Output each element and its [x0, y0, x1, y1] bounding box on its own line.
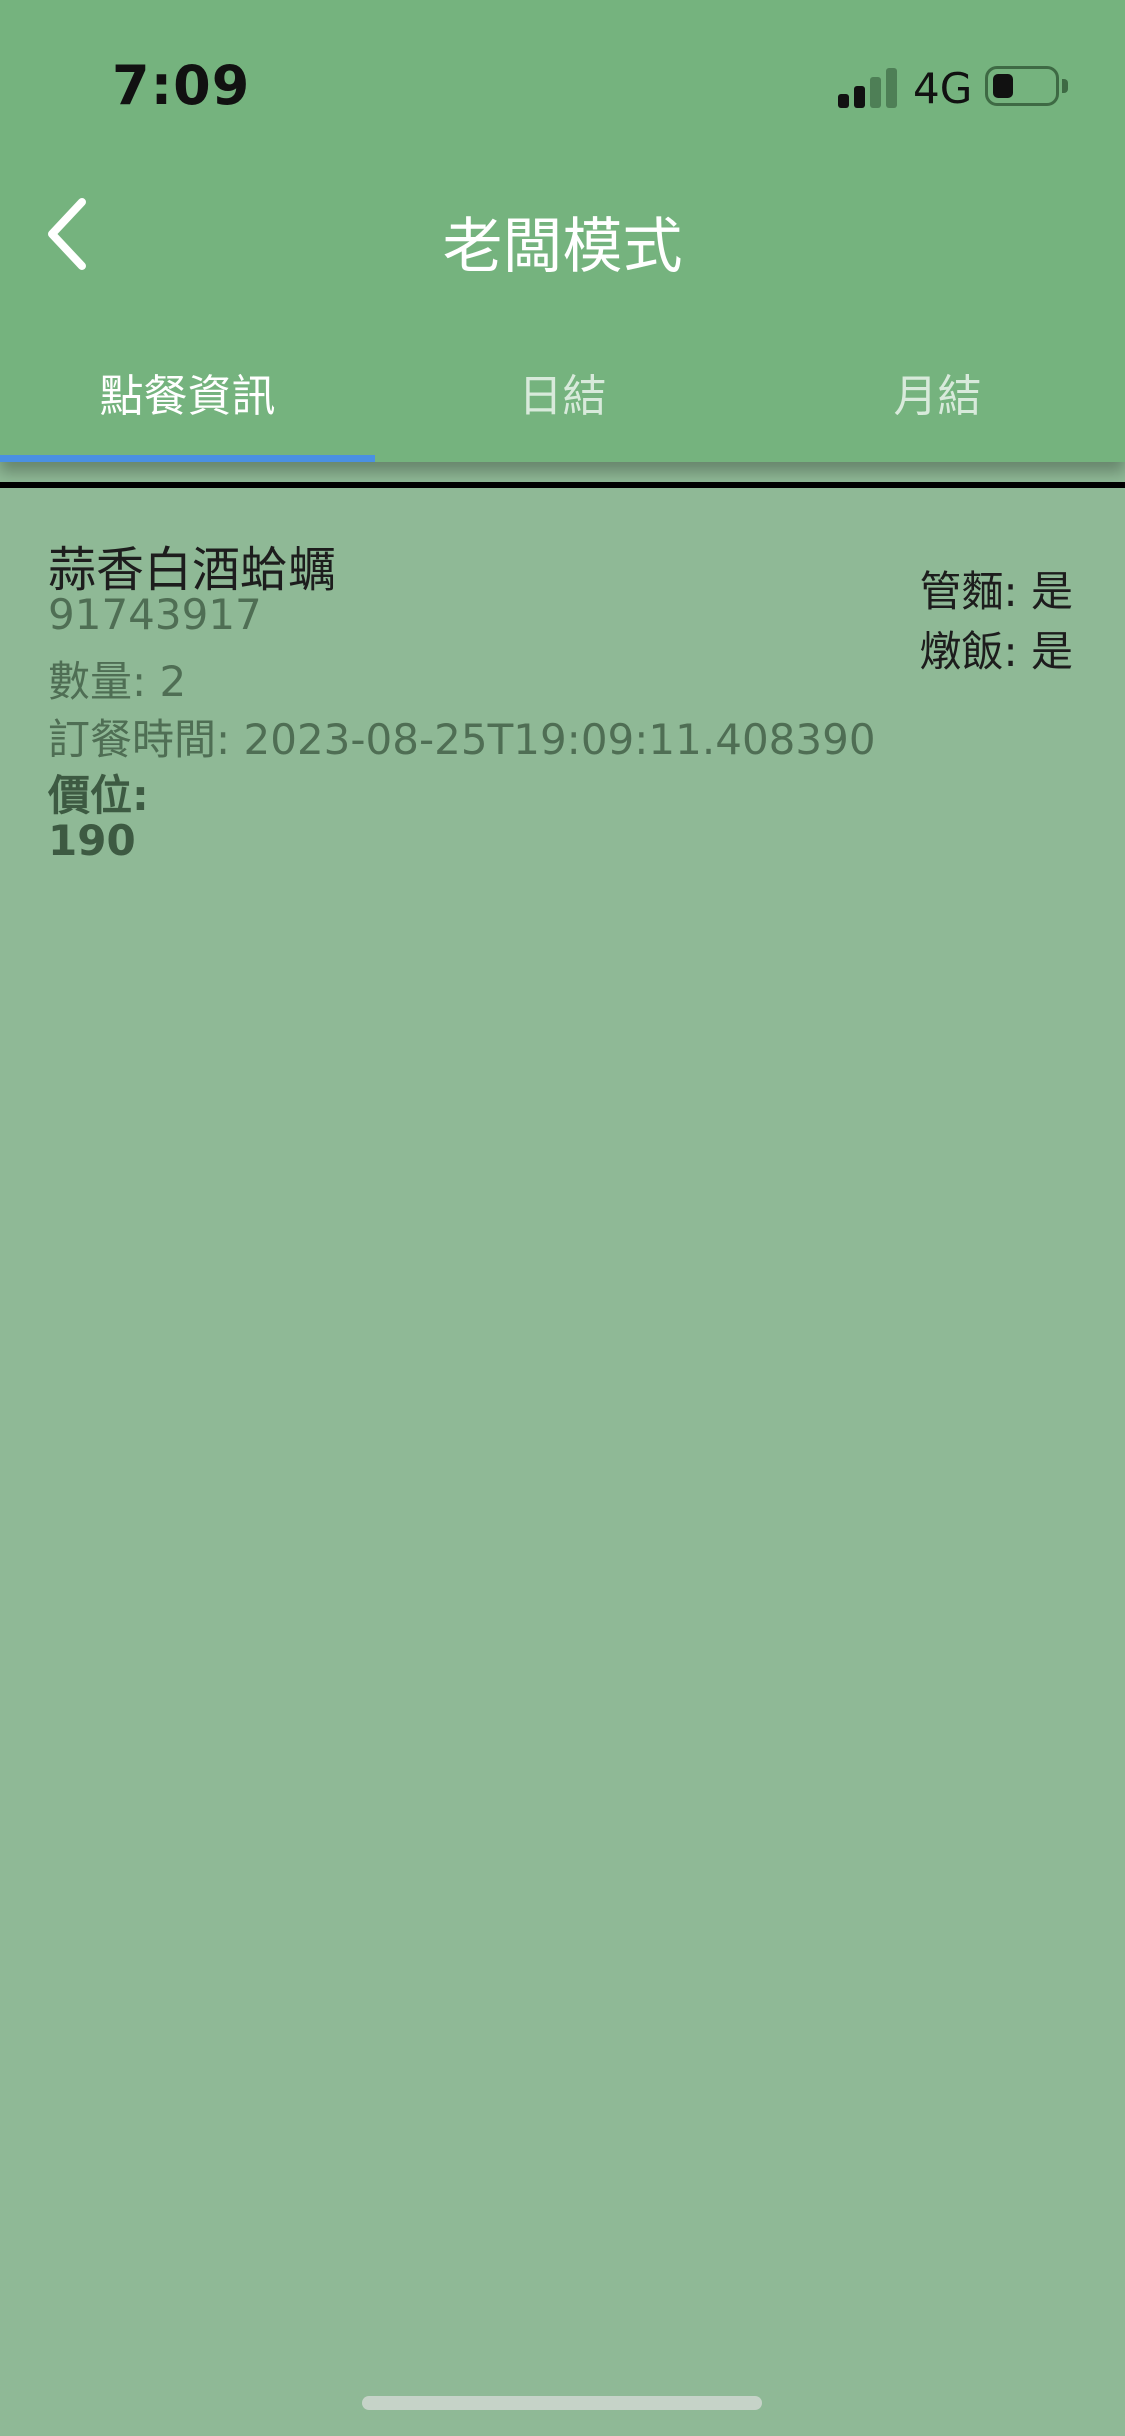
home-indicator[interactable] [362, 2396, 762, 2410]
tab-order-info-label: 點餐資訊 [99, 371, 276, 422]
order-options: 管麵: 是 燉飯: 是 [919, 562, 1073, 682]
signal-bar-1 [838, 94, 849, 108]
status-time: 7:09 [112, 54, 251, 117]
tab-monthly-settlement[interactable]: 月結 [750, 322, 1125, 462]
tab-daily-settlement[interactable]: 日結 [375, 322, 750, 462]
order-time: 訂餐時間: 2023-08-25T19:09:11.408390 [48, 715, 876, 764]
cellular-signal-icon [838, 68, 900, 108]
signal-bar-4 [886, 68, 897, 108]
page-title: 老闆模式 [442, 212, 683, 282]
navigation-bar: 老闆模式 [0, 170, 1125, 300]
option-risotto: 燉飯: 是 [919, 627, 1073, 676]
network-type-label: 4G [913, 64, 973, 113]
signal-bar-3 [870, 77, 881, 108]
battery-icon [985, 66, 1069, 110]
order-list-item[interactable]: 蒜香白酒蛤蠣 91743917 數量: 2 訂餐時間: 2023-08-25T1… [0, 490, 1125, 910]
price-label: 價位: [48, 771, 149, 820]
app-header: 7:09 4G 老闆模式 點餐資訊 日結 月結 [0, 0, 1125, 462]
price-value: 190 [48, 816, 136, 865]
battery-fill [993, 74, 1013, 98]
tab-bar: 點餐資訊 日結 月結 [0, 322, 1125, 462]
active-tab-indicator [0, 455, 375, 462]
back-button[interactable] [36, 190, 126, 280]
status-bar: 7:09 4G [0, 0, 1125, 140]
tab-monthly-settlement-label: 月結 [893, 371, 982, 422]
signal-bar-2 [854, 86, 865, 108]
chevron-left-icon [48, 198, 86, 270]
tab-order-info[interactable]: 點餐資訊 [0, 322, 375, 462]
header-divider [0, 482, 1125, 488]
tab-daily-settlement-label: 日結 [518, 371, 607, 422]
battery-cap [1062, 79, 1068, 93]
option-penne: 管麵: 是 [919, 567, 1073, 616]
order-number: 91743917 [48, 590, 262, 639]
order-quantity: 數量: 2 [48, 657, 187, 706]
